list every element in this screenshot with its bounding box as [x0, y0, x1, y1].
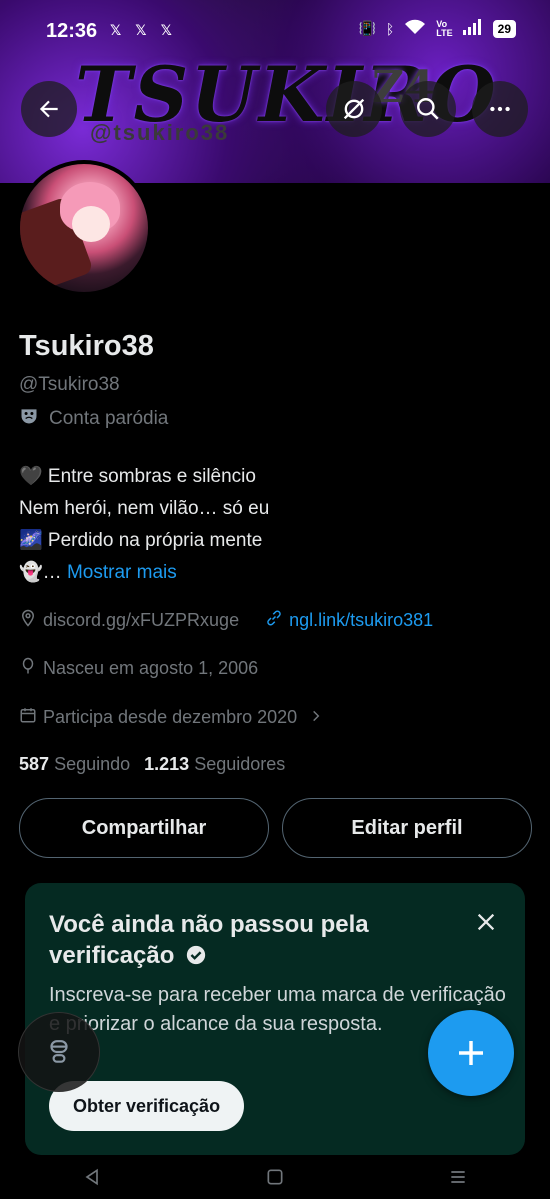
bio-line: Nem herói, nem vilão… só eu [19, 498, 270, 519]
bio-line-prefix: 👻… [19, 562, 62, 583]
show-more-link[interactable]: Mostrar mais [67, 562, 177, 583]
status-time: 12:36 [46, 20, 98, 42]
grok-floating-button[interactable] [18, 1012, 100, 1092]
system-nav-bar [0, 1160, 550, 1199]
search-button[interactable] [400, 81, 456, 137]
link-icon [265, 609, 283, 632]
wifi-icon [404, 19, 426, 38]
website-row: discord.gg/xFUZPRxuge ngl.link/tsukiro38… [19, 609, 433, 632]
back-arrow-icon [39, 100, 58, 118]
close-icon [477, 913, 495, 931]
avatar-face [72, 206, 110, 242]
bluetooth-icon: ᛒ [385, 20, 395, 37]
system-icons: 📳 ᛒ Vo LTE 29 [358, 19, 516, 38]
grok-analyze-button[interactable] [326, 81, 382, 137]
status-bar: 12:36 𝕏 𝕏 𝕏 📳 ᛒ Vo LTE 29 [0, 0, 550, 62]
edit-profile-button[interactable]: Editar perfil [282, 798, 532, 858]
search-icon [417, 98, 439, 120]
grok-icon [343, 98, 365, 120]
parody-label: Conta paródia [19, 406, 168, 432]
following-link[interactable]: 587 Seguindo [19, 754, 130, 775]
display-name: Tsukiro38 [19, 330, 154, 362]
parody-text: Conta paródia [49, 408, 169, 429]
joined-row[interactable]: Participa desde dezembro 2020 [19, 706, 323, 729]
more-icon [490, 106, 510, 112]
website-text: discord.gg/xFUZPRxuge [43, 610, 240, 630]
share-button[interactable]: Compartilhar [19, 798, 269, 858]
joined-text: Participa desde dezembro 2020 [43, 707, 298, 727]
compose-button[interactable] [428, 1010, 514, 1096]
x-notification-icon: 𝕏 [110, 22, 122, 38]
battery-icon: 29 [492, 19, 516, 38]
birthday-row: Nasceu em agosto 1, 2006 [19, 657, 258, 680]
bio: 🖤 Entre sombras e silêncio Nem herói, ne… [19, 461, 269, 589]
x-notification-icon: 𝕏 [160, 22, 172, 38]
chevron-right-icon [309, 707, 323, 728]
avatar[interactable] [16, 160, 152, 296]
vibrate-icon: 📳 [358, 20, 376, 36]
nav-home-icon[interactable] [265, 1167, 285, 1193]
notification-icons: 𝕏 𝕏 𝕏 [110, 22, 172, 39]
profile-link[interactable]: ngl.link/tsukiro381 [289, 610, 433, 631]
back-button[interactable] [21, 81, 77, 137]
bio-line: 🖤 Entre sombras e silêncio [19, 466, 256, 487]
plus-icon [459, 1041, 483, 1065]
following-count: 587 [19, 754, 50, 774]
verification-title: Você ainda não passou pela verificação [49, 909, 449, 971]
close-button[interactable] [471, 907, 501, 937]
followers-label: Seguidores [194, 754, 286, 774]
birthday-text: Nasceu em agosto 1, 2006 [43, 658, 259, 678]
calendar-icon [19, 706, 37, 729]
x-notification-icon: 𝕏 [135, 22, 147, 38]
follow-counts: 587 Seguindo 1.213 Seguidores [19, 754, 285, 775]
nav-back-icon[interactable] [82, 1167, 102, 1193]
followers-count: 1.213 [144, 754, 190, 774]
mask-icon [19, 406, 39, 432]
get-verified-button[interactable]: Obter verificação [49, 1081, 245, 1131]
signal-icon [462, 19, 483, 38]
followers-link[interactable]: 1.213 Seguidores [144, 754, 285, 775]
bio-line: 👻… Mostrar mais [19, 557, 269, 589]
volte-icon: Vo LTE [436, 18, 453, 38]
bio-line: 🌌 Perdido na própria mente [19, 530, 263, 551]
following-label: Seguindo [54, 754, 131, 774]
more-options-button[interactable] [472, 81, 528, 137]
grok-chat-icon [50, 1040, 68, 1063]
location-pin-icon [19, 609, 37, 632]
balloon-icon [19, 657, 37, 680]
username: @Tsukiro38 [19, 374, 120, 395]
verification-title-text: Você ainda não passou pela verificação [49, 911, 369, 969]
verified-badge-icon [186, 945, 206, 965]
nav-recents-icon[interactable] [448, 1167, 468, 1193]
banner-handle: @tsukiro38 [90, 120, 230, 145]
